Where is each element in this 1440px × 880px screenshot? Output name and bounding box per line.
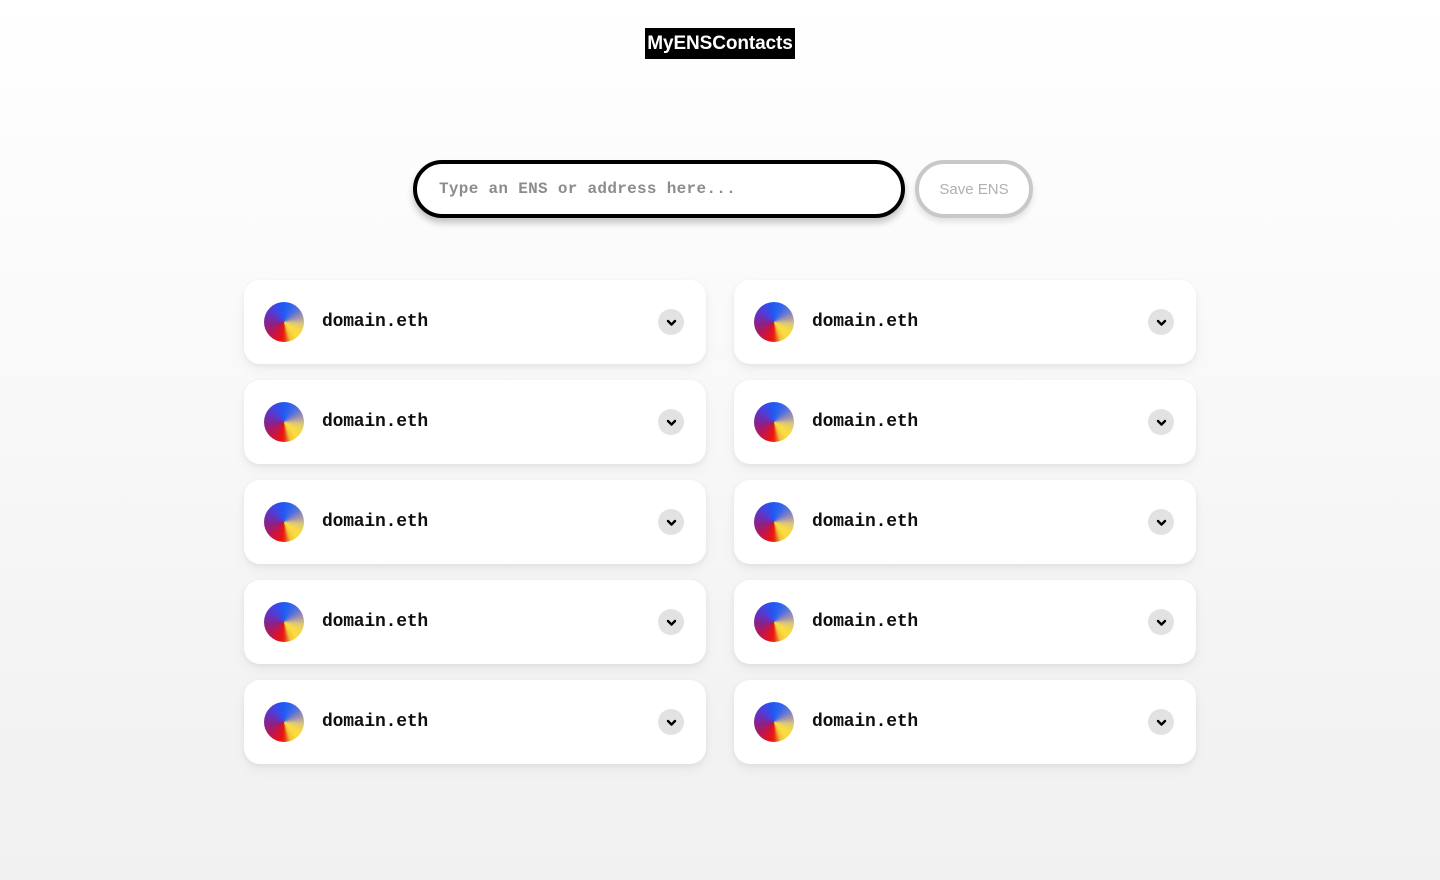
- contact-name: domain.eth: [322, 712, 429, 733]
- contact-card[interactable]: domain.eth: [244, 380, 706, 465]
- chevron-down-icon: [665, 516, 678, 529]
- chevron-down-icon-button[interactable]: [658, 509, 684, 536]
- contact-card[interactable]: domain.eth: [734, 480, 1196, 565]
- app-header: MyENSContacts: [0, 0, 1440, 60]
- save-ens-button[interactable]: Save ENS: [915, 160, 1033, 219]
- chevron-down-icon-button[interactable]: [1148, 309, 1174, 336]
- chevron-down-icon: [1155, 716, 1168, 729]
- ens-gradient-avatar-icon: [264, 502, 304, 543]
- chevron-down-icon-button[interactable]: [1148, 509, 1174, 536]
- ens-gradient-avatar-icon: [264, 402, 304, 443]
- contact-name: domain.eth: [812, 312, 919, 333]
- chevron-down-icon-button[interactable]: [658, 309, 684, 336]
- contact-card[interactable]: domain.eth: [244, 580, 706, 665]
- chevron-down-icon: [665, 416, 678, 429]
- chevron-down-icon: [1155, 516, 1168, 529]
- contact-name: domain.eth: [812, 412, 919, 433]
- contacts-grid: domain.eth domain.eth domain.eth domain.…: [244, 280, 1196, 765]
- chevron-down-icon: [665, 716, 678, 729]
- contact-name: domain.eth: [322, 412, 429, 433]
- ens-gradient-avatar-icon: [264, 302, 304, 343]
- chevron-down-icon: [1155, 416, 1168, 429]
- chevron-down-icon: [1155, 616, 1168, 629]
- chevron-down-icon-button[interactable]: [658, 409, 684, 436]
- ens-gradient-avatar-icon: [754, 402, 794, 443]
- contact-card[interactable]: domain.eth: [734, 680, 1196, 765]
- chevron-down-icon-button[interactable]: [1148, 609, 1174, 636]
- contact-card[interactable]: domain.eth: [734, 580, 1196, 665]
- contact-name: domain.eth: [322, 312, 429, 333]
- chevron-down-icon: [665, 616, 678, 629]
- chevron-down-icon: [665, 316, 678, 329]
- search-row: Save ENS: [0, 160, 1440, 219]
- contact-name: domain.eth: [322, 512, 429, 533]
- chevron-down-icon-button[interactable]: [658, 709, 684, 736]
- contact-card[interactable]: domain.eth: [734, 280, 1196, 365]
- contact-card[interactable]: domain.eth: [244, 280, 706, 365]
- chevron-down-icon: [1155, 316, 1168, 329]
- ens-gradient-avatar-icon: [264, 702, 304, 743]
- ens-gradient-avatar-icon: [754, 602, 794, 643]
- ens-gradient-avatar-icon: [754, 702, 794, 743]
- contact-card[interactable]: domain.eth: [244, 680, 706, 765]
- contact-card[interactable]: domain.eth: [244, 480, 706, 565]
- contact-name: domain.eth: [812, 712, 919, 733]
- ens-gradient-avatar-icon: [264, 602, 304, 643]
- chevron-down-icon-button[interactable]: [1148, 709, 1174, 736]
- chevron-down-icon-button[interactable]: [1148, 409, 1174, 436]
- contact-card[interactable]: domain.eth: [734, 380, 1196, 465]
- contact-name: domain.eth: [322, 612, 429, 633]
- page-title: MyENSContacts: [645, 28, 795, 60]
- chevron-down-icon-button[interactable]: [658, 609, 684, 636]
- ens-gradient-avatar-icon: [754, 502, 794, 543]
- contact-name: domain.eth: [812, 612, 919, 633]
- ens-gradient-avatar-icon: [754, 302, 794, 343]
- contact-name: domain.eth: [812, 512, 919, 533]
- ens-search-input[interactable]: [413, 160, 905, 219]
